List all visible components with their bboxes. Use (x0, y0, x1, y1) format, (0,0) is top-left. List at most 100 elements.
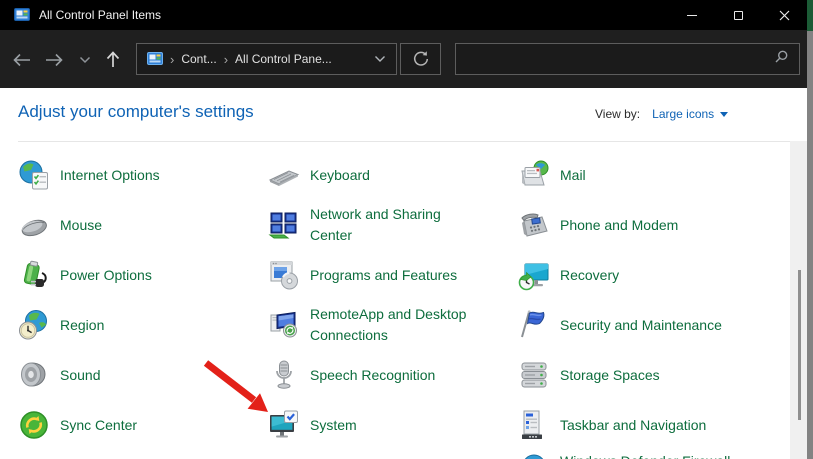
item-system[interactable]: System (268, 400, 518, 450)
item-network-and-sharing-center[interactable]: Network and Sharing Center (268, 200, 518, 250)
navigation-toolbar: › Cont... › All Control Pane... (0, 30, 807, 88)
item-label: Programs and Features (310, 265, 457, 286)
control-panel-window: All Control Panel Items (0, 0, 807, 459)
item-label: Keyboard (310, 165, 370, 186)
network-and-sharing-center-icon (268, 209, 300, 241)
item-label: Power Options (60, 265, 152, 286)
address-dropdown-button[interactable] (374, 52, 386, 66)
minimize-button[interactable] (669, 0, 715, 30)
item-programs-and-features[interactable]: Programs and Features (268, 250, 518, 300)
item-speech-recognition[interactable]: Speech Recognition (268, 350, 518, 400)
programs-and-features-icon (268, 259, 300, 291)
security-and-maintenance-icon (518, 309, 550, 341)
item-mouse[interactable]: Mouse (18, 200, 268, 250)
windows-defender-firewall-icon (518, 452, 550, 459)
forward-button[interactable] (41, 47, 67, 73)
sound-icon (18, 359, 50, 391)
item-mail[interactable]: Mail (518, 150, 790, 200)
item-label: Region (60, 315, 104, 336)
internet-options-icon (18, 159, 50, 191)
mouse-icon (18, 209, 50, 241)
address-bar[interactable]: › Cont... › All Control Pane... (136, 43, 397, 75)
minimize-icon (687, 15, 697, 16)
search-icon[interactable] (774, 49, 789, 69)
view-by-control: View by: Large icons (595, 107, 728, 121)
item-label: Sync Center (60, 415, 137, 436)
scrollbar-thumb[interactable] (798, 270, 801, 420)
speech-recognition-icon (268, 359, 300, 391)
mail-icon (518, 159, 550, 191)
item-label: Speech Recognition (310, 365, 435, 386)
search-input[interactable] (456, 52, 774, 66)
background-window-sliver (807, 0, 813, 459)
item-label: Security and Maintenance (560, 315, 722, 336)
recovery-icon (518, 259, 550, 291)
item-label: Windows Defender Firewall (560, 452, 730, 459)
view-by-label: View by: (595, 107, 640, 121)
recent-locations-button[interactable] (74, 47, 96, 73)
item-internet-options[interactable]: Internet Options (18, 150, 268, 200)
screenshot-root: All Control Panel Items (0, 0, 813, 459)
item-storage-spaces[interactable]: Storage Spaces (518, 350, 790, 400)
search-box (455, 43, 800, 75)
breadcrumb-segment-control-panel[interactable]: Cont... (181, 52, 216, 66)
forward-arrow-icon (44, 52, 64, 68)
item-label: Network and Sharing Center (310, 204, 480, 246)
window-title: All Control Panel Items (39, 8, 161, 22)
maximize-button[interactable] (715, 0, 761, 30)
up-button[interactable] (100, 47, 126, 73)
breadcrumb-separator-icon: › (170, 52, 174, 67)
item-sync-center[interactable]: Sync Center (18, 400, 268, 450)
back-arrow-icon (12, 52, 32, 68)
item-label: Internet Options (60, 165, 160, 186)
item-taskbar-and-navigation[interactable]: Taskbar and Navigation (518, 400, 790, 450)
item-label: Storage Spaces (560, 365, 660, 386)
item-label: Mail (560, 165, 586, 186)
refresh-icon (412, 50, 430, 68)
vertical-scrollbar[interactable] (790, 141, 807, 459)
item-label: RemoteApp and Desktop Connections (310, 304, 480, 346)
view-by-dropdown[interactable]: Large icons (652, 107, 714, 121)
close-icon (779, 10, 790, 21)
chevron-down-icon (374, 55, 386, 63)
system-icon (268, 409, 300, 441)
breadcrumb-separator-icon: › (224, 52, 228, 67)
item-keyboard[interactable]: Keyboard (268, 150, 518, 200)
breadcrumb-segment-all-items[interactable]: All Control Pane... (235, 52, 332, 66)
power-options-icon (18, 259, 50, 291)
item-region[interactable]: Region (18, 300, 268, 350)
control-panel-icon (147, 51, 163, 67)
item-sound[interactable]: Sound (18, 350, 268, 400)
close-button[interactable] (761, 0, 807, 30)
chevron-down-icon (720, 112, 728, 117)
maximize-icon (734, 11, 743, 20)
page-title: Adjust your computer's settings (18, 102, 254, 122)
keyboard-icon (268, 159, 300, 191)
remoteapp-and-desktop-connections-icon (268, 309, 300, 341)
item-label: System (310, 415, 357, 436)
item-label: Taskbar and Navigation (560, 415, 706, 436)
recent-locations-chevron-icon (79, 56, 91, 64)
refresh-button[interactable] (400, 43, 441, 75)
control-panel-icon (14, 7, 30, 23)
item-remoteapp-and-desktop-connections[interactable]: RemoteApp and Desktop Connections (268, 300, 518, 350)
item-label: Recovery (560, 265, 619, 286)
titlebar: All Control Panel Items (0, 0, 807, 30)
item-label: Phone and Modem (560, 215, 678, 236)
content-area: Adjust your computer's settings View by:… (0, 88, 807, 459)
up-arrow-icon (105, 51, 121, 69)
header-divider (18, 141, 790, 142)
item-security-and-maintenance[interactable]: Security and Maintenance (518, 300, 790, 350)
item-recovery[interactable]: Recovery (518, 250, 790, 300)
item-phone-and-modem[interactable]: Phone and Modem (518, 200, 790, 250)
region-icon (18, 309, 50, 341)
item-label: Sound (60, 365, 100, 386)
phone-and-modem-icon (518, 209, 550, 241)
storage-spaces-icon (518, 359, 550, 391)
item-label: Mouse (60, 215, 102, 236)
control-panel-items-grid: Internet Options Keyboard (18, 150, 790, 450)
item-windows-defender-firewall-clipped[interactable]: Windows Defender Firewall (518, 452, 730, 459)
taskbar-and-navigation-icon (518, 409, 550, 441)
item-power-options[interactable]: Power Options (18, 250, 268, 300)
back-button[interactable] (9, 47, 35, 73)
